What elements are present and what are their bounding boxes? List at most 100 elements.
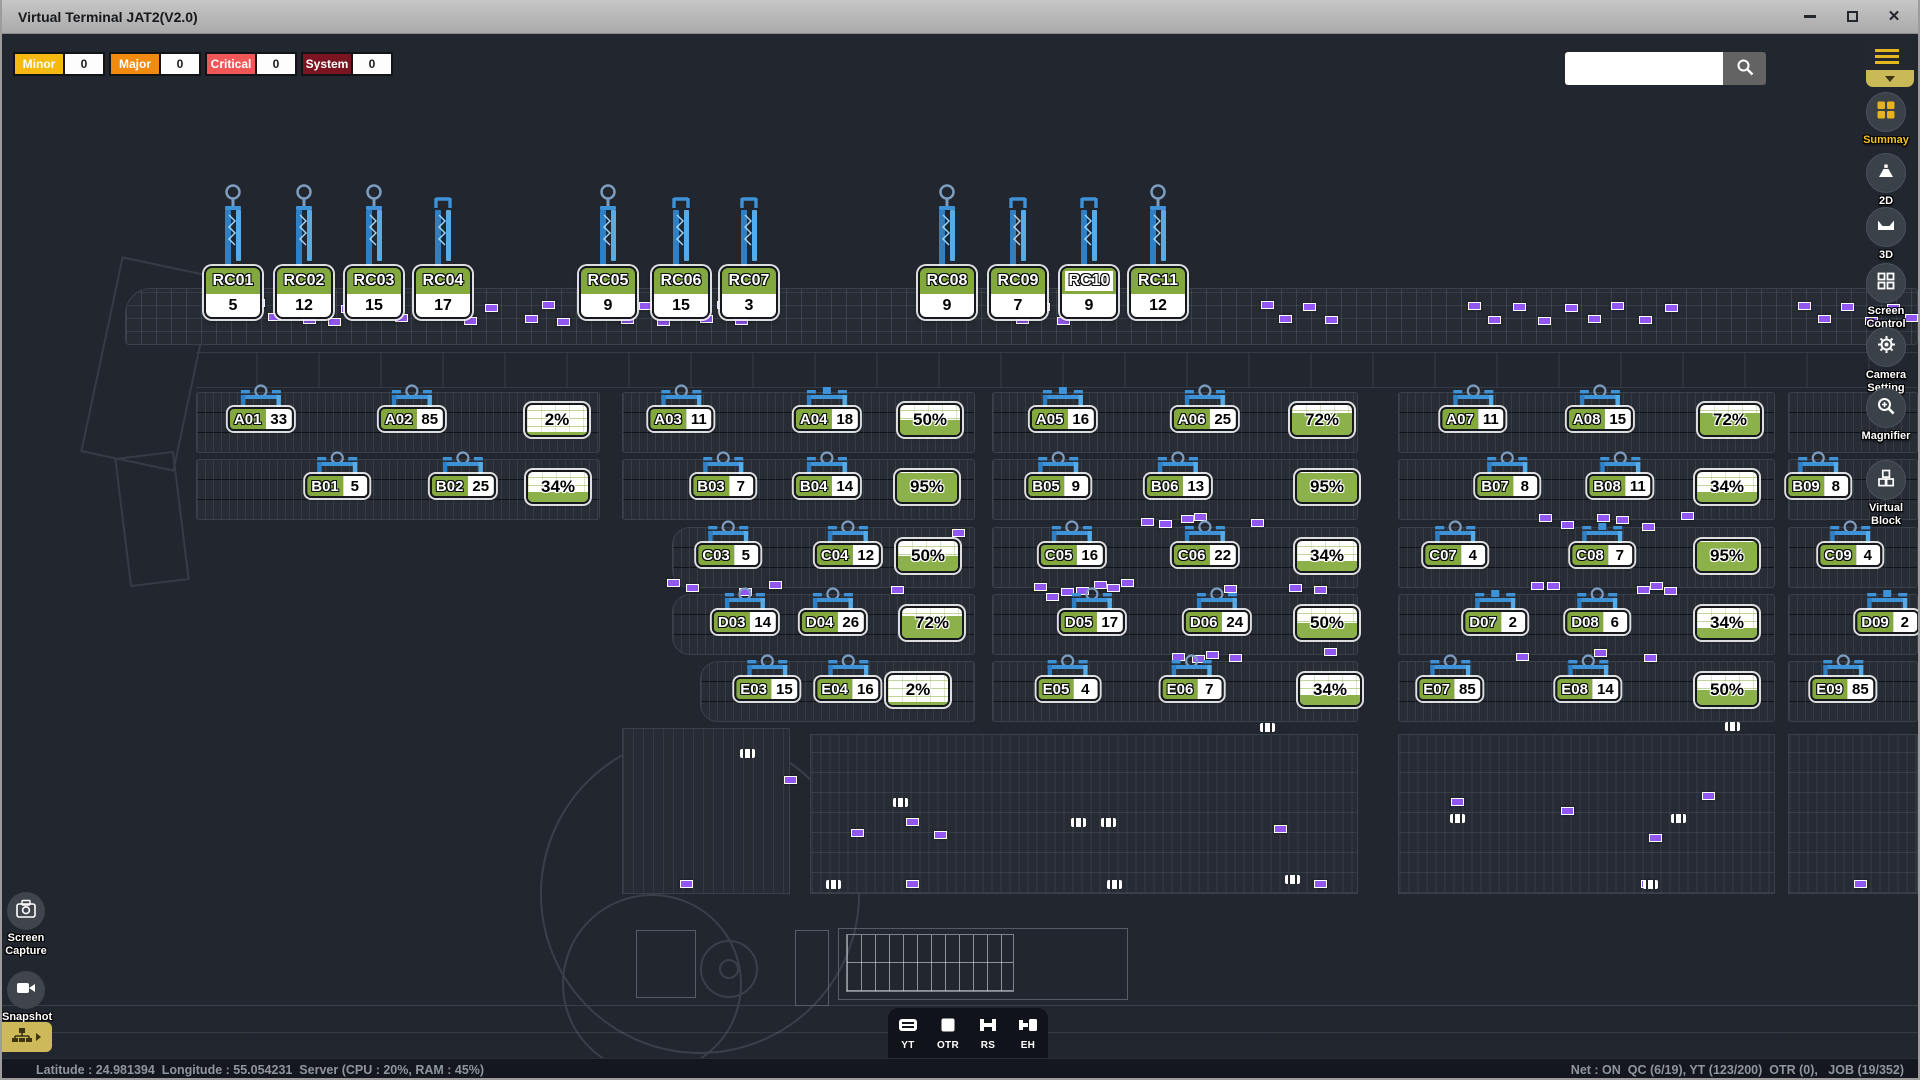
block-badge-A02[interactable]: A0285 — [379, 407, 445, 431]
minimize-button[interactable] — [1802, 9, 1818, 25]
occupancy-badge-95%[interactable]: 95% — [895, 470, 959, 504]
maximize-button[interactable] — [1844, 9, 1860, 25]
block-badge-D09[interactable]: D092 — [1855, 610, 1919, 634]
search-input[interactable] — [1565, 52, 1723, 85]
crane-badge-RC05[interactable]: RC059 — [579, 266, 637, 319]
yard-block-C03: C035 — [696, 518, 760, 567]
block-badge-B06[interactable]: B0613 — [1145, 474, 1211, 498]
block-badge-E05[interactable]: E054 — [1037, 677, 1100, 701]
crane-badge-RC09[interactable]: RC097 — [989, 266, 1047, 319]
screen-capture-button[interactable] — [7, 892, 45, 930]
crane-badge-RC02[interactable]: RC0212 — [275, 266, 333, 319]
block-badge-B09[interactable]: B098 — [1786, 474, 1850, 498]
alarm-minor[interactable]: Minor0 — [13, 52, 105, 76]
alarm-critical[interactable]: Critical0 — [205, 52, 297, 76]
equipment-toolbar: YT OTR RS EH — [888, 1008, 1048, 1058]
snapshot-button[interactable] — [7, 971, 45, 1009]
virtual-block-button[interactable] — [1866, 460, 1906, 500]
occupancy-badge-2%[interactable]: 2% — [525, 403, 589, 437]
block-badge-A05[interactable]: A0516 — [1030, 407, 1096, 431]
crane-badge-RC06[interactable]: RC0615 — [652, 266, 710, 319]
occupancy-badge-2%[interactable]: 2% — [886, 673, 950, 707]
crane-badge-RC11[interactable]: RC1112 — [1129, 266, 1187, 319]
block-badge-E03[interactable]: E0315 — [734, 677, 799, 701]
block-badge-B04[interactable]: B0414 — [794, 474, 860, 498]
occupancy-badge-95%[interactable]: 95% — [1695, 539, 1759, 573]
occupancy-badge-50%[interactable]: 50% — [896, 539, 960, 573]
block-badge-C04[interactable]: C0412 — [815, 543, 881, 567]
block-badge-A08[interactable]: A0815 — [1567, 407, 1633, 431]
block-badge-E09[interactable]: E0985 — [1810, 677, 1875, 701]
block-badge-B07[interactable]: B078 — [1475, 474, 1539, 498]
block-badge-D07[interactable]: D072 — [1463, 610, 1527, 634]
yard-block-A06: A0625 — [1172, 382, 1238, 431]
eh-icon — [1017, 1016, 1039, 1039]
screen-control-button[interactable] — [1866, 263, 1906, 303]
block-badge-B03[interactable]: B037 — [691, 474, 755, 498]
main-menu-button[interactable] — [1862, 42, 1912, 70]
occupancy-badge-34%[interactable]: 34% — [1298, 673, 1362, 707]
occupancy-badge-50%[interactable]: 50% — [1695, 673, 1759, 707]
search-button[interactable] — [1723, 52, 1766, 85]
alarm-system[interactable]: System0 — [301, 52, 393, 76]
toolbar-rs-button[interactable]: RS — [977, 1016, 999, 1051]
block-badge-E08[interactable]: E0814 — [1555, 677, 1620, 701]
crane-badge-RC07[interactable]: RC073 — [720, 266, 778, 319]
block-badge-B02[interactable]: B0225 — [430, 474, 496, 498]
map-canvas[interactable]: RC015RC0212RC0315RC0417 RC059 RC0615RC073 R… — [0, 34, 1920, 1058]
block-badge-D06[interactable]: D0624 — [1184, 610, 1250, 634]
occupancy-badge-34%[interactable]: 34% — [1695, 470, 1759, 504]
block-badge-A01[interactable]: A0133 — [228, 407, 294, 431]
block-badge-C05[interactable]: C0516 — [1039, 543, 1105, 567]
quay-crane-icon — [216, 183, 250, 269]
block-badge-C06[interactable]: C0622 — [1172, 543, 1238, 567]
block-badge-D03[interactable]: D0314 — [712, 610, 778, 634]
occupancy-badge-72%[interactable]: 72% — [1698, 403, 1762, 437]
occupancy-badge-72%[interactable]: 72% — [900, 606, 964, 640]
toolbar-otr-button[interactable]: OTR — [937, 1016, 959, 1051]
layout-corner-tab[interactable] — [0, 1022, 52, 1052]
close-button[interactable]: ✕ — [1886, 9, 1902, 25]
yard-block-E07: E0785 — [1417, 652, 1482, 701]
block-badge-A06[interactable]: A0625 — [1172, 407, 1238, 431]
block-count: 5 — [734, 545, 758, 565]
crane-badge-RC04[interactable]: RC0417 — [414, 266, 472, 319]
2d-button[interactable] — [1866, 153, 1906, 193]
block-badge-C08[interactable]: C087 — [1570, 543, 1634, 567]
block-badge-E04[interactable]: E0416 — [815, 677, 880, 701]
block-badge-A07[interactable]: A0711 — [1440, 407, 1505, 431]
3d-button[interactable] — [1866, 207, 1906, 247]
occupancy-badge-34%[interactable]: 34% — [526, 470, 590, 504]
alarm-major[interactable]: Major0 — [109, 52, 201, 76]
toolbar-yt-button[interactable]: YT — [897, 1016, 919, 1051]
crane-badge-RC08[interactable]: RC089 — [918, 266, 976, 319]
block-badge-C09[interactable]: C094 — [1818, 543, 1882, 567]
quay-crane-icon — [930, 183, 964, 269]
camera-setting-button[interactable] — [1866, 327, 1906, 367]
block-badge-E06[interactable]: E067 — [1161, 677, 1224, 701]
block-badge-C03[interactable]: C035 — [696, 543, 760, 567]
crane-badge-RC01[interactable]: RC015 — [204, 266, 262, 319]
block-badge-D08[interactable]: D086 — [1565, 610, 1629, 634]
block-badge-A04[interactable]: A0418 — [794, 407, 860, 431]
summary-button[interactable] — [1866, 92, 1906, 132]
occupancy-badge-50%[interactable]: 50% — [1295, 606, 1359, 640]
block-badge-B08[interactable]: B0811 — [1587, 474, 1652, 498]
block-badge-D05[interactable]: D0517 — [1059, 610, 1125, 634]
occupancy-badge-34%[interactable]: 34% — [1295, 539, 1359, 573]
menu-collapse-tab[interactable] — [1866, 70, 1914, 87]
block-badge-C07[interactable]: C074 — [1423, 543, 1487, 567]
block-badge-B05[interactable]: B059 — [1026, 474, 1090, 498]
occupancy-badge-72%[interactable]: 72% — [1290, 403, 1354, 437]
block-badge-D04[interactable]: D0426 — [800, 610, 866, 634]
occupancy-badge-95%[interactable]: 95% — [1295, 470, 1359, 504]
occupancy-badge-34%[interactable]: 34% — [1695, 606, 1759, 640]
block-badge-B01[interactable]: B015 — [305, 474, 369, 498]
crane-badge-RC03[interactable]: RC0315 — [345, 266, 403, 319]
block-badge-E07[interactable]: E0785 — [1417, 677, 1482, 701]
magnifier-button[interactable] — [1866, 388, 1906, 428]
occupancy-badge-50%[interactable]: 50% — [898, 403, 962, 437]
block-badge-A03[interactable]: A0311 — [648, 407, 713, 431]
crane-badge-RC10[interactable]: RC109 — [1060, 266, 1118, 319]
toolbar-eh-button[interactable]: EH — [1017, 1016, 1039, 1051]
